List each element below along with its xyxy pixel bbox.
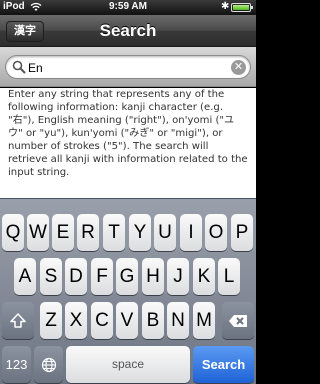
key-j[interactable]: J xyxy=(167,258,189,295)
globe-icon xyxy=(41,357,56,372)
key-r[interactable]: R xyxy=(77,214,99,251)
key-t[interactable]: T xyxy=(103,214,125,251)
key-b[interactable]: B xyxy=(142,302,164,339)
numbers-key[interactable]: 123 xyxy=(2,346,31,383)
content-area: Enter any string that represents any of … xyxy=(0,88,256,198)
key-v[interactable]: V xyxy=(116,302,138,339)
key-a[interactable]: A xyxy=(14,258,36,295)
key-q[interactable]: Q xyxy=(2,214,24,251)
key-l[interactable]: L xyxy=(218,258,240,295)
key-e[interactable]: E xyxy=(52,214,74,251)
bluetooth-icon: ✱ xyxy=(221,1,230,12)
key-w[interactable]: W xyxy=(27,214,49,251)
key-o[interactable]: O xyxy=(205,214,227,251)
key-n[interactable]: N xyxy=(167,302,189,339)
globe-key[interactable] xyxy=(34,346,63,383)
key-p[interactable]: P xyxy=(231,214,253,251)
key-y[interactable]: Y xyxy=(129,214,151,251)
keyboard: Q W E R T Y U I O P A S D F G H J K L Z … xyxy=(0,198,256,384)
key-h[interactable]: H xyxy=(142,258,164,295)
search-input[interactable] xyxy=(28,59,228,76)
key-g[interactable]: G xyxy=(116,258,138,295)
shift-key[interactable] xyxy=(2,302,34,339)
key-u[interactable]: U xyxy=(154,214,176,251)
clear-icon[interactable]: ✕ xyxy=(231,60,246,75)
key-z[interactable]: Z xyxy=(40,302,62,339)
status-bar: iPod 9:59 AM ✱ xyxy=(0,0,256,15)
space-key[interactable]: space xyxy=(66,346,190,383)
key-i[interactable]: I xyxy=(180,214,202,251)
search-field[interactable]: ✕ xyxy=(5,55,251,79)
navigation-bar: 漢字 Search xyxy=(0,15,256,47)
search-bar: ✕ xyxy=(0,47,256,87)
key-f[interactable]: F xyxy=(91,258,113,295)
clock: 9:59 AM xyxy=(109,1,147,12)
help-text: Enter any string that represents any of … xyxy=(8,89,248,178)
search-icon xyxy=(12,60,26,74)
key-s[interactable]: S xyxy=(40,258,62,295)
page-title: Search xyxy=(99,21,157,40)
key-c[interactable]: C xyxy=(91,302,113,339)
key-k[interactable]: K xyxy=(193,258,215,295)
backspace-icon xyxy=(229,314,247,327)
battery-icon xyxy=(231,3,253,12)
key-d[interactable]: D xyxy=(65,258,87,295)
key-x[interactable]: X xyxy=(65,302,87,339)
backspace-key[interactable] xyxy=(222,302,254,339)
search-key[interactable]: Search xyxy=(193,346,254,383)
key-m[interactable]: M xyxy=(193,302,215,339)
shift-icon xyxy=(10,312,26,328)
